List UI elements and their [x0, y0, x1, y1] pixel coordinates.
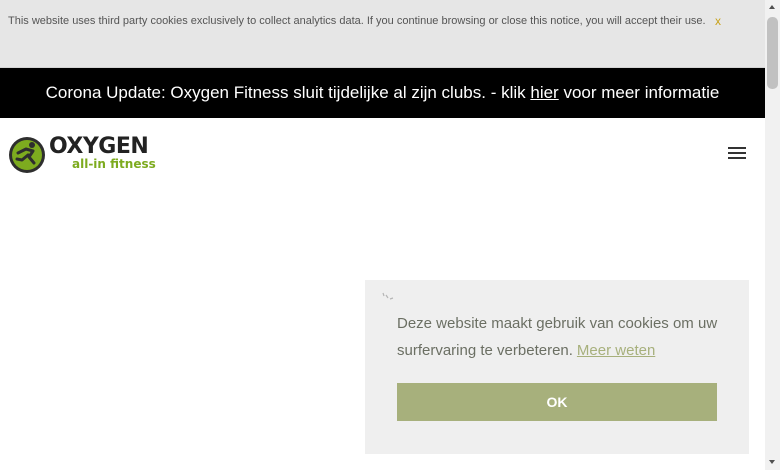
- analytics-notice-bar: This website uses third party cookies ex…: [0, 0, 765, 68]
- cookie-message-text: Deze website maakt gebruik van cookies o…: [397, 315, 718, 359]
- menu-bar: [728, 152, 746, 154]
- scroll-down-arrow-icon[interactable]: [765, 455, 780, 470]
- site-logo[interactable]: OXYGEN all-in fitness: [8, 134, 168, 174]
- page: This website uses third party cookies ex…: [0, 0, 765, 470]
- analytics-notice-text: This website uses third party cookies ex…: [8, 15, 706, 27]
- banner-more-info-link[interactable]: hier: [530, 83, 558, 102]
- menu-bar: [728, 157, 746, 159]
- banner-text-prefix: Corona Update: Oxygen Fitness sluit tijd…: [45, 83, 531, 102]
- corona-update-banner: Corona Update: Oxygen Fitness sluit tijd…: [0, 68, 765, 118]
- loading-spinner-icon: [382, 292, 394, 300]
- site-header: OXYGEN all-in fitness: [0, 118, 765, 188]
- menu-bar: [728, 147, 746, 149]
- vertical-scrollbar[interactable]: [765, 0, 780, 470]
- cookie-consent-popup: Deze website maakt gebruik van cookies o…: [365, 280, 749, 454]
- notice-close-button[interactable]: x: [715, 13, 721, 29]
- cookie-ok-button[interactable]: OK: [397, 383, 717, 421]
- cookie-message: Deze website maakt gebruik van cookies o…: [397, 310, 727, 364]
- logo-tagline: all-in fitness: [72, 157, 156, 171]
- hamburger-menu-icon[interactable]: [728, 147, 746, 159]
- runner-logo-icon: [9, 137, 45, 173]
- scroll-up-arrow-icon[interactable]: [765, 0, 780, 15]
- cookie-more-info-link[interactable]: Meer weten: [577, 342, 655, 359]
- scrollbar-thumb[interactable]: [767, 17, 778, 89]
- banner-text-suffix: voor meer informatie: [558, 83, 720, 102]
